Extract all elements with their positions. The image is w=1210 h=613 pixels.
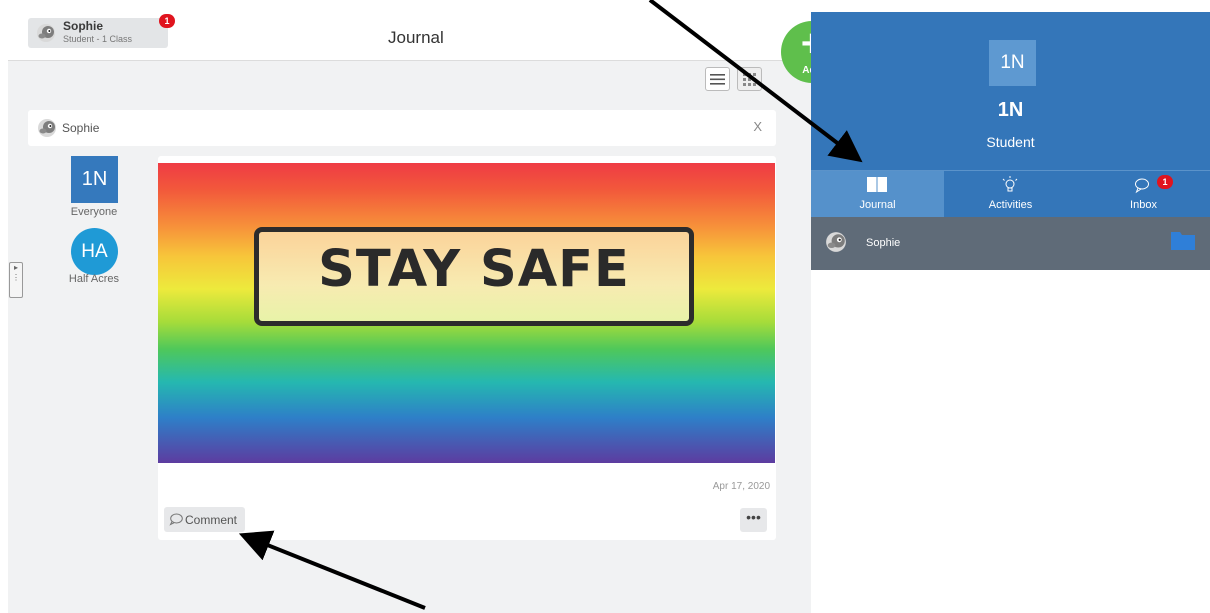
page-title: Journal (388, 28, 444, 47)
class-tile[interactable]: 1N (71, 156, 118, 203)
lightbulb-icon (1002, 176, 1018, 192)
tab-activities[interactable]: Activities (944, 171, 1077, 217)
more-options-button[interactable]: ••• (740, 508, 767, 532)
group-tile[interactable]: HA (71, 228, 118, 275)
tab-inbox-label: Inbox (1130, 199, 1157, 211)
user-switcher[interactable]: Sophie Student - 1 Class 1 (28, 14, 175, 48)
user-name: Sophie (63, 19, 104, 33)
notification-badge: 1 (159, 14, 175, 28)
comment-label: Comment (185, 513, 238, 527)
group-label: Half Acres (68, 273, 120, 285)
book-icon (867, 177, 887, 192)
student-row-avatar-icon (826, 232, 846, 252)
list-icon (710, 74, 725, 85)
grid-view-button[interactable] (737, 67, 762, 91)
panel-tabs: Journal Activities 1 Inbox (811, 170, 1210, 217)
top-bar: Sophie Student - 1 Class 1 Journal (8, 12, 811, 61)
class-label: Everyone (70, 206, 118, 218)
tab-inbox[interactable]: 1 Inbox (1077, 171, 1210, 217)
sidebar-toggle-handle[interactable]: ▸ ⋮ (9, 262, 23, 298)
student-row-name: Sophie (866, 237, 901, 249)
class-header-tile: 1N (989, 40, 1036, 86)
class-header-subtitle: Student (986, 134, 1035, 150)
filter-student-name: Sophie (62, 121, 100, 135)
student-list-item[interactable]: Sophie (811, 217, 1210, 270)
comment-icon (169, 513, 183, 526)
post-image-text: STAY SAFE (318, 240, 630, 299)
folder-icon[interactable] (1170, 229, 1196, 251)
grid-icon (743, 73, 756, 86)
student-filter-bar: Sophie X (28, 110, 776, 146)
close-filter-button[interactable]: X (753, 119, 762, 134)
chat-icon (1135, 178, 1149, 194)
list-view-button[interactable] (705, 67, 730, 91)
comment-button[interactable]: Comment (164, 507, 245, 532)
tab-activities-label: Activities (988, 199, 1033, 211)
post-date: Apr 17, 2020 (712, 481, 770, 492)
student-avatar-icon (38, 119, 56, 137)
tab-journal[interactable]: Journal (811, 171, 944, 217)
class-header-title: 1N (997, 99, 1024, 121)
tab-journal-label: Journal (859, 199, 896, 211)
inbox-badge: 1 (1157, 175, 1173, 189)
user-avatar-icon (37, 24, 55, 42)
user-subtitle: Student - 1 Class (63, 34, 133, 44)
app-root: Sophie Student - 1 Class 1 Journal Sophi… (0, 0, 1210, 613)
